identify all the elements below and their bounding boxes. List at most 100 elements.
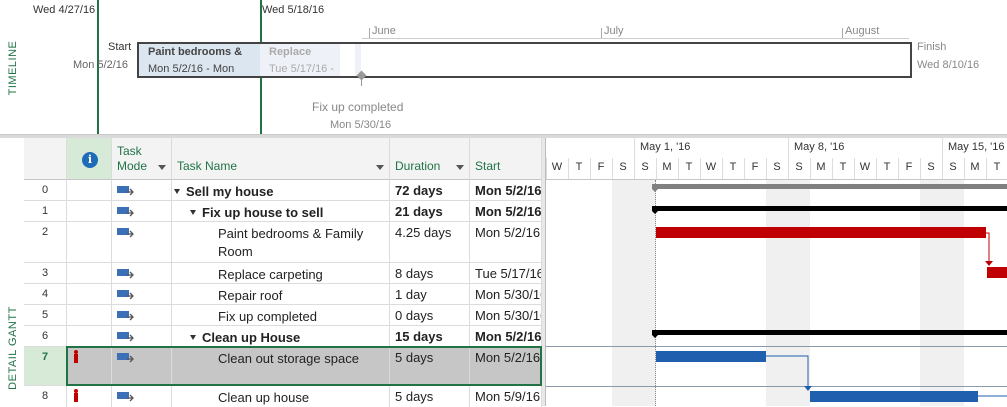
summary-start-cap	[652, 206, 658, 214]
start-cell[interactable]: Tue 5/17/16	[470, 263, 542, 283]
select-all-corner[interactable]	[24, 138, 67, 180]
duration-cell[interactable]: 5 days	[390, 386, 470, 407]
month-tick	[369, 28, 370, 38]
row-id[interactable]: 0	[24, 180, 67, 200]
timeline-finish-date: Wed 8/10/16	[917, 59, 980, 71]
timeline-task-bar-replace-carpeting[interactable]: Replace Tue 5/17/16 -	[260, 44, 340, 76]
timeline-milestone-date: Mon 5/30/16	[330, 119, 392, 131]
row-id[interactable]: 2	[24, 222, 67, 262]
timeline-pane[interactable]: TIMELINE Wed 4/27/16 Wed 5/18/16 June Ju…	[0, 0, 1007, 134]
dependency-link	[766, 355, 809, 388]
task-mode-cell[interactable]	[112, 263, 172, 283]
task-name-cell[interactable]: Fix up house to sell	[172, 201, 390, 221]
task-mode-cell[interactable]	[112, 305, 172, 325]
auto-scheduled-icon	[117, 290, 134, 300]
task-name-cell[interactable]: Repair roof	[172, 284, 390, 304]
task-mode-column-header[interactable]: Task Mode	[112, 138, 172, 180]
table-row[interactable]: 3 Replace carpeting 8 days Tue 5/17/16	[24, 263, 542, 284]
task-bar-clean-out-storage[interactable]	[656, 351, 766, 362]
start-column-header[interactable]: Start	[470, 138, 542, 180]
start-cell[interactable]: Mon 5/30/16	[470, 305, 542, 325]
task-mode-cell[interactable]	[112, 222, 172, 262]
task-name-text: Fix up house to sell	[202, 205, 324, 220]
chevron-down-icon[interactable]	[158, 165, 166, 170]
row-id[interactable]: 3	[24, 263, 67, 283]
task-mode-cell[interactable]	[112, 284, 172, 304]
indicators-cell	[67, 386, 112, 407]
collapse-triangle-icon[interactable]	[174, 189, 180, 194]
table-row[interactable]: 1 Fix up house to sell 21 days Mon 5/2/1…	[24, 201, 542, 222]
dependency-link	[986, 232, 990, 263]
summary-bar-fix-up-house[interactable]	[654, 206, 1007, 211]
timeline-milestone-title: Fix up completed	[312, 100, 404, 114]
duration-cell[interactable]: 0 days	[390, 305, 470, 325]
task-mode-cell[interactable]	[112, 386, 172, 407]
start-cell[interactable]: Mon 5/30/16	[470, 284, 542, 304]
task-name-cell[interactable]: Fix up completed	[172, 305, 390, 325]
indicators-cell	[67, 263, 112, 283]
project-summary-bar[interactable]	[654, 184, 1007, 189]
timeline-task-title: Replace	[269, 46, 312, 58]
duration-cell[interactable]: 1 day	[390, 284, 470, 304]
summary-bar-clean-up-house[interactable]	[654, 330, 1007, 335]
row-id[interactable]: 5	[24, 305, 67, 325]
task-name-cell[interactable]: Clean up house	[172, 386, 390, 407]
task-name-text-line1: Paint bedrooms & Family	[218, 226, 364, 241]
table-row[interactable]: 8 Clean up house 5 days Mon 5/9/16	[24, 386, 542, 407]
row-id[interactable]: 7	[24, 347, 67, 385]
table-row[interactable]: 5 Fix up completed 0 days Mon 5/30/16	[24, 305, 542, 326]
table-row-selected[interactable]: 7 Clean out storage space 5 days Mon 5/2…	[24, 347, 542, 386]
timeline-task-bar-paint-bedrooms[interactable]: Paint bedrooms & Mon 5/2/16 - Mon	[139, 44, 261, 76]
task-mode-cell[interactable]	[112, 201, 172, 221]
duration-header-label: Duration	[395, 159, 441, 173]
indicators-cell	[67, 305, 112, 325]
chevron-down-icon[interactable]	[376, 165, 384, 170]
table-row[interactable]: 4 Repair roof 1 day Mon 5/30/16	[24, 284, 542, 305]
gantt-chart[interactable]: May 1, '16 May 8, '16 May 15, '16 WTFSSM…	[545, 138, 1007, 406]
task-name-cell[interactable]: Replace carpeting	[172, 263, 390, 283]
gantt-bars-layer	[652, 184, 1007, 402]
start-cell[interactable]: Mon 5/2/16	[470, 222, 542, 262]
task-name-cell[interactable]: Sell my house	[172, 180, 390, 200]
duration-cell[interactable]: 15 days	[390, 326, 470, 346]
task-mode-cell[interactable]	[112, 180, 172, 200]
collapse-triangle-icon[interactable]	[190, 210, 196, 215]
row-id[interactable]: 1	[24, 201, 67, 221]
row-id[interactable]: 6	[24, 326, 67, 346]
task-bar-replace-carpeting[interactable]	[987, 267, 1007, 278]
duration-cell[interactable]: 5 days	[390, 347, 470, 385]
duration-cell[interactable]: 8 days	[390, 263, 470, 283]
table-row[interactable]: 0 Sell my house 72 days Mon 5/2/16	[24, 180, 542, 201]
auto-scheduled-icon	[117, 392, 134, 402]
resource-overallocated-icon	[74, 389, 78, 402]
start-cell[interactable]: Mon 5/2/16	[470, 180, 542, 200]
task-name-cell[interactable]: Clean up House	[172, 326, 390, 346]
task-name-cell[interactable]: Clean out storage space	[172, 347, 390, 385]
timeline-finish-label: Finish	[917, 41, 947, 53]
task-bar-clean-up-house[interactable]	[810, 391, 978, 402]
month-tick	[601, 28, 602, 38]
task-name-column-header[interactable]: Task Name	[172, 138, 390, 180]
task-mode-cell[interactable]	[112, 326, 172, 346]
task-mode-cell[interactable]	[112, 347, 172, 385]
month-tick	[842, 28, 843, 38]
duration-cell[interactable]: 4.25 days	[390, 222, 470, 262]
duration-column-header[interactable]: Duration	[390, 138, 470, 180]
start-cell[interactable]: Mon 5/2/16	[470, 347, 542, 385]
indicators-cell	[67, 326, 112, 346]
start-cell[interactable]: Mon 5/2/16	[470, 201, 542, 221]
indicators-column-header[interactable]: i	[67, 138, 112, 180]
duration-cell[interactable]: 72 days	[390, 180, 470, 200]
duration-cell[interactable]: 21 days	[390, 201, 470, 221]
task-name-cell[interactable]: Paint bedrooms & Family Room	[172, 222, 390, 262]
chevron-down-icon[interactable]	[456, 165, 464, 170]
collapse-triangle-icon[interactable]	[190, 335, 196, 340]
row-id[interactable]: 8	[24, 386, 67, 407]
auto-scheduled-icon	[117, 228, 134, 238]
task-bar-paint-bedrooms[interactable]	[656, 227, 986, 238]
table-row[interactable]: 2 Paint bedrooms & Family Room 4.25 days…	[24, 222, 542, 263]
table-row[interactable]: 6 Clean up House 15 days Mon 5/2/16	[24, 326, 542, 347]
start-cell[interactable]: Mon 5/2/16	[470, 326, 542, 346]
start-cell[interactable]: Mon 5/9/16	[470, 386, 542, 407]
row-id[interactable]: 4	[24, 284, 67, 304]
